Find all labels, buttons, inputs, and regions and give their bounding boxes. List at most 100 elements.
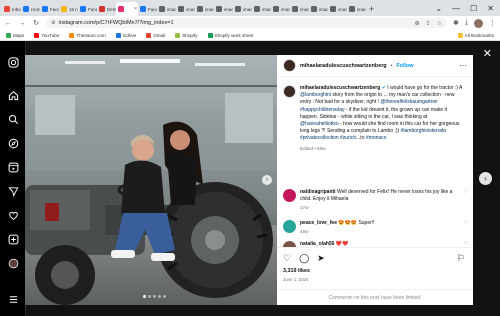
caption-avatar[interactable] [283,85,296,98]
commenter-avatar[interactable] [283,189,296,202]
post-actions: ♡ ◯ ➤ ⚐ 3,319 likes June 1, 2024 Comment… [277,247,473,305]
tab-favicon-icon [61,6,67,12]
maximize-icon[interactable]: ☐ [470,4,477,13]
minimize-icon[interactable]: — [452,4,460,13]
browser-tab[interactable]: 15 n× [59,2,78,16]
browser-tab[interactable]: imac× [195,2,214,16]
forward-icon[interactable]: → [18,20,26,27]
pagination-dot [153,295,156,298]
browser-tab[interactable]: Inbo× [2,2,21,16]
back-icon[interactable]: ← [4,20,12,27]
tab-favicon-icon [349,6,355,12]
reels-icon[interactable] [8,162,19,173]
tab-close-icon[interactable]: × [134,6,137,12]
bookmark-item[interactable]: Thesauro.com [69,32,106,38]
bookmark-item[interactable]: Maps [6,32,24,38]
bookmark-favicon-icon [34,32,40,38]
follow-button[interactable]: Follow [396,63,413,69]
url-text[interactable]: instagram.com/p/C7rFWQbIMn7/?img_index=1 [58,20,173,26]
browser-tab[interactable]: Dem× [97,2,116,16]
downloads-icon[interactable]: ⤓ [465,19,468,27]
commenter-username[interactable]: naldisagripanti [300,189,336,195]
browser-tab[interactable]: imac× [328,2,347,16]
tab-label: 15 n [69,6,78,12]
browser-tab[interactable]: imac× [176,2,195,16]
next-image-button[interactable]: › [262,175,272,185]
separator-dot: • [390,62,393,69]
bookmark-star-icon[interactable]: ☆ [437,20,442,27]
home-icon[interactable] [8,90,19,101]
more-options-icon[interactable]: ··· [459,61,467,70]
tab-favicon-icon [273,6,279,12]
close-modal-icon[interactable]: ✕ [483,47,492,60]
tab-strip: Inbo×Hom×Face×15 n×Face×Dem××Face×imac×i… [0,0,500,16]
like-comment-icon[interactable]: ♡ [464,189,468,210]
bookmark-label: YouTube [41,32,60,38]
share-icon[interactable]: ➤ [317,253,325,264]
tab-label: imac [243,6,252,12]
browser-tab[interactable]: imac× [157,2,176,16]
caption-username[interactable]: mihaelaradulescuschwartzenberg [300,85,380,91]
all-bookmarks-button[interactable]: All Bookmarks [457,32,494,38]
comment-icon[interactable]: ◯ [299,253,309,264]
browser-tab[interactable]: Face× [40,2,59,16]
browser-tab[interactable]: Hom× [21,2,40,16]
reload-icon[interactable]: ↻ [32,19,40,27]
browser-tab[interactable]: imac× [309,2,328,16]
explore-icon[interactable] [8,138,19,149]
bookmark-item[interactable]: Gmail [146,32,165,38]
mention-link[interactable]: @hannahelliottxo [300,121,339,127]
commenter-avatar[interactable] [283,220,296,233]
tab-label: imac [281,6,290,12]
search-icon[interactable] [8,114,19,125]
like-heart-icon[interactable]: ♡ [283,253,291,264]
post-image[interactable]: › [25,55,277,305]
tab-favicon-icon [178,6,184,12]
bookmark-item[interactable]: Shopify work sheet [207,32,253,38]
browser-tab[interactable]: imac× [252,2,271,16]
browser-tab[interactable]: imac× [233,2,252,16]
browser-tab[interactable]: imac× [290,2,309,16]
commenter-username[interactable]: peace_love_fee [300,220,337,226]
new-tab-button[interactable]: + [369,4,374,14]
bookmark-item[interactable]: YouTube [34,32,60,38]
author-username[interactable]: mihaelaradulescuschwartzenberg [300,63,387,69]
share-icon[interactable]: ⇪ [426,20,431,27]
bookmark-item[interactable]: Shopify [175,32,198,38]
bookmark-item[interactable]: Gdrive [115,32,136,38]
bookmark-favicon-icon [6,32,11,38]
next-post-button[interactable]: › [479,172,492,185]
zoom-icon[interactable]: ⊕ [415,20,420,27]
mention-link[interactable]: @lamborghini [300,92,331,98]
site-info-icon[interactable]: ⚙ [51,20,55,26]
likes-count[interactable]: 3,319 likes [283,268,310,274]
close-window-icon[interactable]: ✕ [487,4,494,13]
pagination-dot [158,295,161,298]
extensions-icon[interactable]: ✱ [453,19,459,27]
profile-avatar[interactable] [474,18,483,28]
instagram-logo-icon[interactable] [8,57,19,68]
browser-tab[interactable]: imac× [347,2,366,16]
hashtag-link[interactable]: #monaco [366,135,387,141]
menu-icon[interactable]: ⋮ [489,19,496,27]
profile-icon[interactable] [8,258,19,269]
tab-favicon-icon [311,6,317,12]
messages-icon[interactable] [8,186,19,197]
more-menu-icon[interactable] [8,294,19,305]
browser-tab[interactable]: Face× [138,2,157,16]
browser-tab[interactable]: imac× [214,2,233,16]
tab-favicon-icon [254,6,260,12]
tab-favicon-icon [118,6,124,12]
author-avatar[interactable] [283,59,296,72]
comments-scroll-area[interactable]: mihaelaradulescuschwartzenberg ✔ I would… [277,77,473,247]
tab-search-icon[interactable]: ⌄ [435,4,442,13]
like-comment-icon[interactable]: ♡ [464,220,468,234]
create-icon[interactable] [8,234,19,245]
browser-tab[interactable]: × [116,2,138,16]
notifications-heart-icon[interactable] [8,210,19,221]
address-bar[interactable]: ⚙ instagram.com/p/C7rFWQbIMn7/?img_index… [46,18,448,28]
save-bookmark-icon[interactable]: ⚐ [457,253,465,264]
tab-label: imac [338,6,347,12]
browser-tab[interactable]: Face× [78,2,97,16]
browser-tab[interactable]: imac× [271,2,290,16]
